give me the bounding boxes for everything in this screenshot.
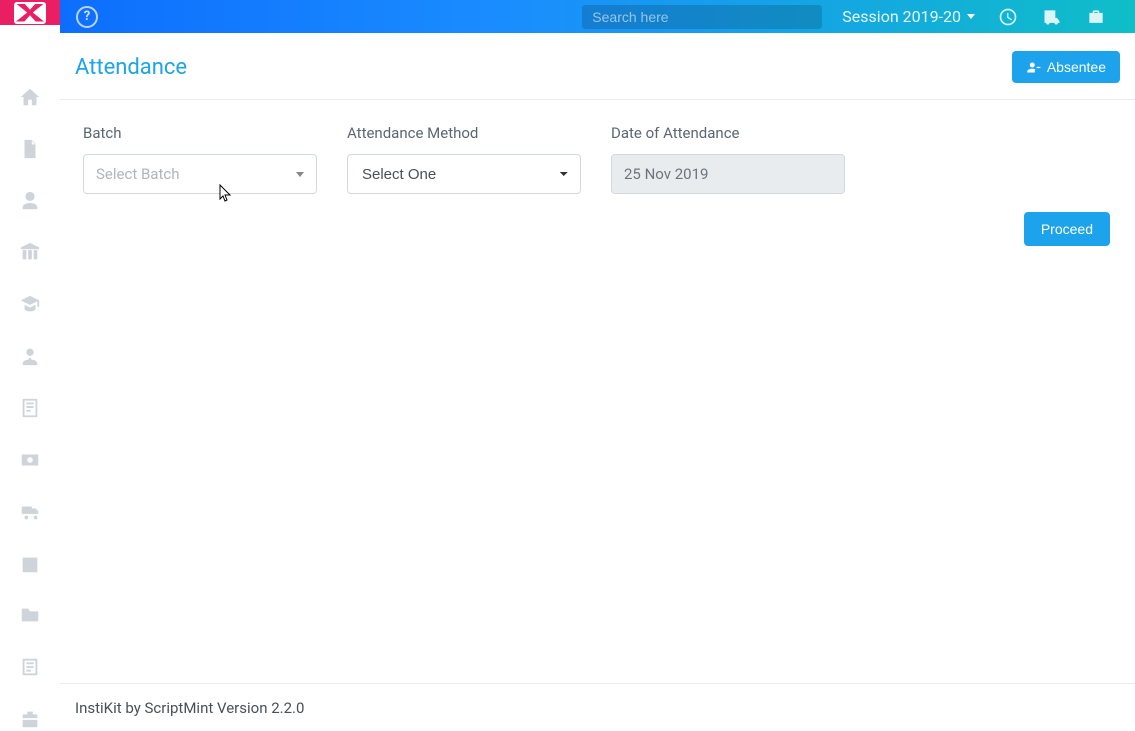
date-value: 25 Nov 2019 <box>624 165 708 183</box>
nav-document[interactable] <box>17 137 43 161</box>
nav-user[interactable] <box>17 189 43 213</box>
session-label: Session 2019-20 <box>842 7 961 26</box>
form-area: Batch Select Batch Attendance Method Sel… <box>60 100 1135 204</box>
chevron-down-icon <box>296 172 304 177</box>
proceed-button[interactable]: Proceed <box>1024 212 1110 246</box>
search-input[interactable] <box>582 5 822 29</box>
nav-employee[interactable] <box>17 344 43 368</box>
clock-icon[interactable] <box>997 6 1019 28</box>
absentee-button[interactable]: Absentee <box>1012 51 1120 83</box>
footer: InstiKit by ScriptMint Version 2.2.0 <box>60 683 1135 731</box>
chevron-down-icon <box>967 14 975 19</box>
user-minus-icon <box>1026 60 1041 75</box>
help-icon[interactable]: ? <box>76 6 98 28</box>
nav-institute[interactable] <box>17 241 43 265</box>
nav-notes[interactable] <box>17 396 43 420</box>
sidebar <box>0 25 60 731</box>
method-label: Attendance Method <box>347 124 581 142</box>
nav-folder[interactable] <box>17 603 43 627</box>
form-actions: Proceed <box>60 204 1135 246</box>
batch-placeholder: Select Batch <box>96 165 179 183</box>
method-select[interactable]: Select One <box>347 154 581 194</box>
date-label: Date of Attendance <box>611 124 845 142</box>
footer-text: InstiKit by ScriptMint Version 2.2.0 <box>75 699 304 717</box>
nav-calendar[interactable] <box>17 552 43 576</box>
nav-finance[interactable] <box>17 448 43 472</box>
method-group: Attendance Method Select One <box>347 124 581 194</box>
nav-transport[interactable] <box>17 500 43 524</box>
app-header: ? Session 2019-20 <box>60 0 1135 33</box>
nav-inventory[interactable] <box>17 707 43 731</box>
session-dropdown[interactable]: Session 2019-20 <box>842 7 975 26</box>
date-input[interactable]: 25 Nov 2019 <box>611 154 845 194</box>
page-header: Attendance Absentee <box>60 33 1135 100</box>
batch-group: Batch Select Batch <box>83 124 317 194</box>
content-area: Attendance Absentee Batch Select Batch A… <box>60 33 1135 731</box>
nav-home[interactable] <box>17 85 43 109</box>
date-group: Date of Attendance 25 Nov 2019 <box>611 124 845 194</box>
truck-icon[interactable] <box>1041 6 1063 28</box>
batch-select[interactable]: Select Batch <box>83 154 317 194</box>
page-title: Attendance <box>75 55 187 80</box>
batch-label: Batch <box>83 124 317 142</box>
nav-academics[interactable] <box>17 292 43 316</box>
nav-library[interactable] <box>17 655 43 679</box>
briefcase-icon[interactable] <box>1085 6 1107 28</box>
proceed-label: Proceed <box>1041 221 1093 237</box>
app-logo[interactable] <box>0 0 60 25</box>
absentee-label: Absentee <box>1047 59 1106 75</box>
